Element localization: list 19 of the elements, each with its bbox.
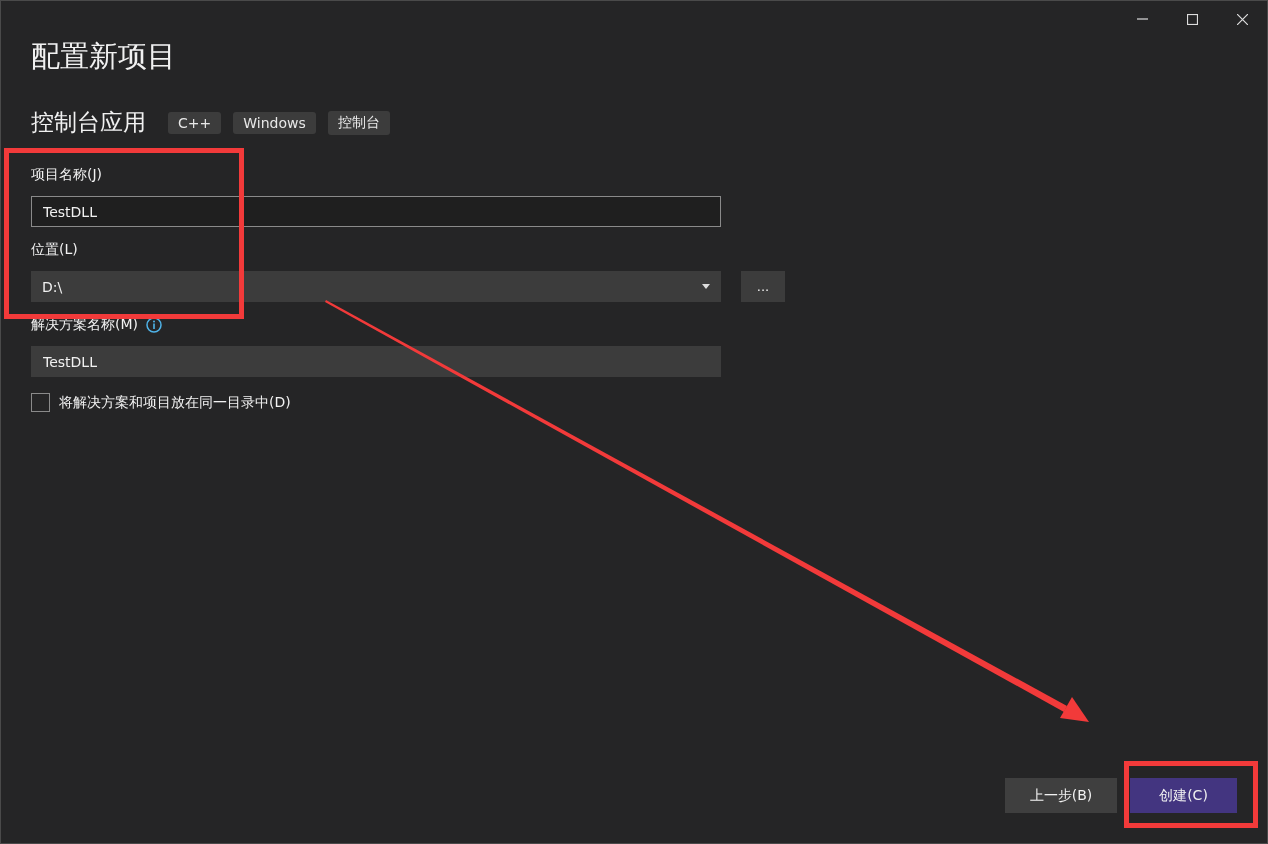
input-field[interactable]: TestDLL xyxy=(31,346,721,377)
checkbox-label: 将解决方案和项目放在同一目录中(D) xyxy=(59,393,291,412)
create-button[interactable]: 创建(C) xyxy=(1130,778,1237,813)
close-icon xyxy=(1236,13,1248,25)
tag-label: C++ xyxy=(168,111,222,134)
tag-label: 控制台 xyxy=(327,110,390,135)
checkbox[interactable] xyxy=(31,393,50,412)
field-label: 位置(L) xyxy=(31,241,78,259)
tag-label: Windows xyxy=(233,111,316,134)
template-name: 控制台应用 xyxy=(31,108,146,137)
browse-button[interactable]: ... xyxy=(741,271,785,302)
field-label: 项目名称(J) xyxy=(31,166,103,184)
window-title: 配置新项目 xyxy=(31,38,177,75)
caret-icon xyxy=(702,284,710,289)
location-dropdown[interactable]: D:\ xyxy=(31,271,721,302)
back-button[interactable]: 上一步(B) xyxy=(1005,778,1117,813)
maximize-icon xyxy=(1186,13,1198,25)
info-icon[interactable] xyxy=(146,317,162,333)
input-field[interactable]: TestDLL xyxy=(31,196,721,227)
